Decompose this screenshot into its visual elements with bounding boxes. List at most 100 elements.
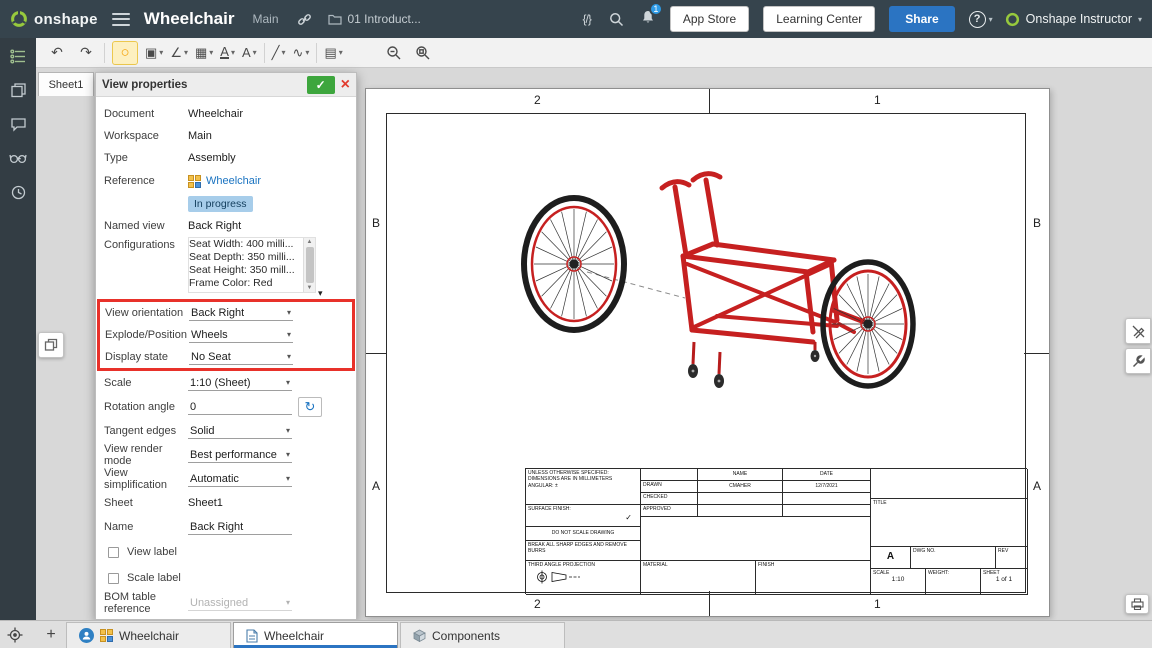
search-icon[interactable] — [609, 12, 624, 27]
insert-view-tool[interactable]: ▣ ▾ — [145, 45, 163, 61]
history-icon[interactable] — [8, 182, 28, 202]
config-item[interactable]: Frame Color: Red — [189, 277, 303, 290]
status-badge: In progress — [188, 196, 253, 212]
name-row: Name Back Right — [96, 515, 356, 539]
breadcrumb-folder[interactable]: 01 Introduct... — [328, 12, 421, 26]
featurescript-icon[interactable]: {/} — [583, 12, 591, 26]
table-tool[interactable]: ▤ ▾ — [324, 45, 342, 61]
new-tab-button[interactable]: + — [38, 621, 64, 648]
comment-icon[interactable] — [8, 114, 28, 134]
view-orientation-dropdown[interactable]: Back Right▾ — [189, 306, 293, 321]
tab-wheelchair-assembly[interactable]: Wheelchair — [66, 622, 231, 648]
redo-button[interactable]: ↷ — [75, 42, 97, 64]
display-state-dropdown[interactable]: No Seat▾ — [189, 350, 293, 365]
tab-label: Wheelchair — [119, 629, 179, 643]
scroll-down-icon[interactable]: ▼ — [307, 284, 313, 292]
share-button[interactable]: Share — [889, 6, 954, 32]
drawing-icon — [246, 629, 258, 643]
note-tool[interactable]: A ▾ — [220, 46, 235, 59]
inspect-tool[interactable] — [412, 42, 434, 64]
inspect-magnifier-icon — [415, 45, 431, 61]
document-title: Wheelchair — [144, 9, 235, 29]
scale-label-checkbox[interactable] — [108, 573, 119, 584]
tab-components[interactable]: Components — [400, 622, 565, 648]
panel-header: View properties ✓ × — [96, 73, 356, 97]
dimension-tool-icon: ∠ — [170, 45, 182, 61]
chevron-down-icon: ▾ — [209, 48, 213, 57]
tools-button[interactable] — [1125, 348, 1151, 374]
sheet-tab-label: Sheet1 — [49, 79, 84, 91]
measure-magnifier-icon — [386, 45, 402, 61]
scale-dropdown[interactable]: 1:10 (Sheet)▾ — [188, 376, 292, 391]
bom-reference-row: BOM table reference Unassigned▾ — [96, 591, 356, 615]
sheets-panel-icon[interactable] — [8, 80, 28, 100]
config-item[interactable]: Seat Height: 350 mill... — [189, 264, 303, 277]
view-label-checkbox[interactable] — [108, 547, 119, 558]
panel-title: View properties — [102, 79, 301, 91]
main-menu-icon[interactable] — [112, 13, 130, 26]
tangent-edges-row: Tangent edges Solid▾ — [96, 419, 356, 443]
follow-mode-button[interactable] — [0, 621, 30, 648]
chevron-down-icon: ▾ — [286, 474, 290, 483]
chevron-down-icon: ▾ — [286, 598, 290, 607]
hide-markup-button[interactable] — [1125, 318, 1151, 344]
view-properties-panel: View properties ✓ × DocumentWheelchair W… — [95, 72, 357, 620]
workspace-name: Main — [252, 12, 278, 26]
left-sidebar — [0, 38, 36, 620]
sheet-value: Sheet1 — [188, 497, 223, 509]
active-tool-indicator[interactable]: ○ — [112, 41, 138, 65]
configurations-list[interactable]: Seat Width: 400 milli... Seat Depth: 350… — [188, 237, 316, 293]
view-name-input[interactable]: Back Right — [188, 520, 292, 535]
user-menu[interactable]: Onshape Instructor ▾ — [1005, 12, 1142, 27]
spline-tool[interactable]: ∿ ▾ — [293, 45, 310, 61]
confirm-button[interactable]: ✓ — [307, 76, 335, 94]
sheet-tab-sheet1[interactable]: Sheet1 — [38, 72, 94, 96]
drawing-tree-icon[interactable] — [8, 46, 28, 66]
scroll-up-icon[interactable]: ▲ — [307, 238, 313, 246]
config-item[interactable]: Seat Depth: 350 milli... — [189, 251, 303, 264]
close-button[interactable]: × — [341, 77, 350, 93]
zone-label: 1 — [874, 93, 881, 107]
onshape-logo[interactable]: onshape — [10, 10, 98, 28]
pattern-tool[interactable]: ▦ ▾ — [195, 45, 213, 61]
zone-label: B — [1033, 216, 1041, 230]
sheet-row: SheetSheet1 — [96, 491, 356, 515]
tab-wheelchair-drawing[interactable]: Wheelchair — [233, 622, 398, 648]
chevron-down-icon: ▾ — [339, 48, 343, 57]
line-tool[interactable]: ╱ ▾ — [272, 45, 286, 61]
learning-center-button[interactable]: Learning Center — [763, 6, 875, 32]
config-scrollbar[interactable]: ▲ ▼ — [303, 238, 315, 292]
text-tool[interactable]: A ▾ — [242, 45, 257, 60]
simplification-dropdown[interactable]: Automatic▾ — [188, 472, 292, 487]
measure-tool[interactable] — [383, 42, 405, 64]
print-button[interactable] — [1125, 594, 1149, 614]
chevron-down-icon: ▾ — [286, 378, 290, 387]
view-tool-icon: ▣ — [145, 45, 157, 61]
dimension-tool[interactable]: ∠ ▾ — [170, 45, 188, 61]
rotation-row: Rotation angle 0 ↻ — [96, 395, 356, 419]
folder-name: 01 Introduct... — [348, 12, 421, 26]
brand-text: onshape — [34, 11, 98, 28]
versions-link-icon[interactable] — [297, 12, 312, 27]
named-views-icon[interactable] — [8, 148, 28, 168]
undo-button[interactable]: ↶ — [46, 42, 68, 64]
scroll-thumb[interactable] — [306, 247, 314, 283]
right-wheel — [823, 262, 913, 386]
named-view-value: Back Right — [188, 220, 241, 232]
rotation-input[interactable]: 0 — [188, 400, 292, 415]
document-row: DocumentWheelchair — [96, 103, 356, 125]
tangent-edges-dropdown[interactable]: Solid▾ — [188, 424, 292, 439]
reference-link[interactable]: Wheelchair — [206, 175, 261, 187]
render-mode-dropdown[interactable]: Best performance▾ — [188, 448, 292, 463]
explode-position-dropdown[interactable]: Wheels▾ — [189, 328, 293, 343]
config-expand-icon[interactable]: ▾ — [318, 288, 323, 299]
sheet-border-frame: UNLESS OTHERWISE SPECIFIED: DIMENSIONS A… — [386, 113, 1026, 593]
panel-toggle-button[interactable] — [38, 332, 64, 358]
scale-label-row: Scale label — [96, 565, 356, 591]
wheelchair-frame — [662, 174, 867, 342]
reset-rotation-button[interactable]: ↻ — [298, 397, 322, 417]
help-menu[interactable]: ? ▾ — [969, 11, 993, 28]
notifications-bell[interactable]: 1 — [640, 9, 656, 30]
app-store-button[interactable]: App Store — [670, 6, 749, 32]
config-item[interactable]: Seat Width: 400 milli... — [189, 238, 303, 251]
